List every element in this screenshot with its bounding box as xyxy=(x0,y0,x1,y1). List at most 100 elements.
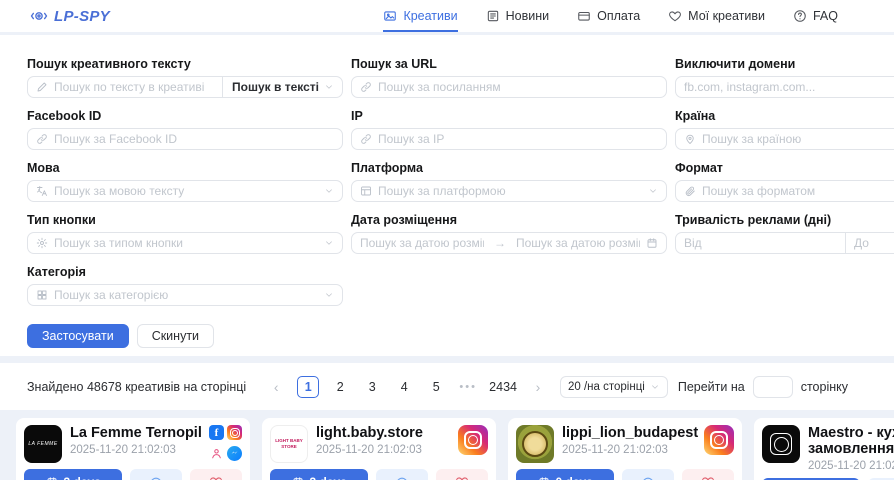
platform-select[interactable] xyxy=(351,180,667,202)
nav-item-creatives[interactable]: Креативи xyxy=(383,0,457,32)
field-label: Виключити домени xyxy=(675,57,894,71)
field-creative-text: Пошук креативного тексту Пошук в тексті xyxy=(27,57,343,98)
chevron-down-icon xyxy=(648,186,658,196)
page-size-label: 20 /на сторінці xyxy=(568,381,645,393)
pagination-page-4[interactable]: 4 xyxy=(393,376,415,398)
field-country: Країна xyxy=(675,109,894,150)
button-type-select[interactable] xyxy=(27,232,343,254)
heart-icon xyxy=(455,475,469,480)
pagination-ellipsis[interactable]: ••• xyxy=(457,376,479,398)
field-label: Дата розміщення xyxy=(351,213,667,227)
pagination-page-1[interactable]: 1 xyxy=(297,376,319,398)
pagination-page-3[interactable]: 3 xyxy=(361,376,383,398)
creative-name: light.baby.store xyxy=(316,425,423,441)
question-icon xyxy=(793,9,807,23)
duration-from-wrap xyxy=(684,233,839,253)
heart-icon xyxy=(701,475,715,480)
field-label: Країна xyxy=(675,109,894,123)
category-select[interactable] xyxy=(27,284,343,306)
ip-input[interactable] xyxy=(378,132,658,146)
days-button[interactable]: 0 days xyxy=(516,469,614,480)
nav-item-my-creatives[interactable]: Мої креативи xyxy=(668,0,765,32)
days-button[interactable]: 3 days xyxy=(270,469,368,480)
app-logo[interactable]: LP-SPY xyxy=(30,0,110,32)
view-button[interactable] xyxy=(622,469,674,480)
link-icon xyxy=(36,133,48,145)
pagination-next-button[interactable]: › xyxy=(527,376,549,398)
field-label: Платформа xyxy=(351,161,667,175)
field-category: Категорія xyxy=(27,265,343,306)
creative-card[interactable]: LA FEMME La Femme Ternopil 2025-11-20 21… xyxy=(16,418,250,480)
format-input[interactable] xyxy=(702,184,894,198)
creative-card[interactable]: LIGHT BABY STORE light.baby.store 2025-1… xyxy=(262,418,496,480)
field-label: Facebook ID xyxy=(27,109,343,123)
duration-from-input[interactable] xyxy=(684,236,839,250)
chevron-down-icon xyxy=(324,238,334,248)
country-input-group xyxy=(675,128,894,150)
date-range-picker[interactable]: → xyxy=(351,232,667,254)
eye-icon xyxy=(395,475,409,480)
view-button[interactable] xyxy=(130,469,182,480)
facebook-id-input[interactable] xyxy=(54,132,334,146)
field-ad-duration: Тривалість реклами (дні) xyxy=(675,213,894,254)
field-language: Мова xyxy=(27,161,343,202)
date-to-input[interactable] xyxy=(516,236,640,250)
field-button-type: Тип кнопки xyxy=(27,213,343,254)
paperclip-icon xyxy=(684,185,696,197)
goto-prefix-label: Перейти на xyxy=(678,380,745,394)
pin-icon xyxy=(684,133,696,145)
language-input[interactable] xyxy=(54,184,318,198)
calendar-icon xyxy=(292,476,304,480)
chevron-down-icon xyxy=(324,290,334,300)
filter-actions: Застосувати Скинути xyxy=(27,324,894,348)
creative-card[interactable]: Maestro - кухні, ме замовлення в Ужго 20… xyxy=(754,418,894,480)
facebook-id-input-group xyxy=(27,128,343,150)
platform-input[interactable] xyxy=(378,184,642,198)
creative-date: 2025-11-20 21:02:03 xyxy=(562,444,696,456)
category-input[interactable] xyxy=(54,288,318,302)
creative-card[interactable]: lippi_lion_budapest 2025-11-20 21:02:03 … xyxy=(508,418,742,480)
button-type-input[interactable] xyxy=(54,236,318,250)
page-size-select[interactable]: 20 /на сторінці xyxy=(560,376,668,398)
field-exclude-domains: Виключити домени xyxy=(675,57,894,98)
field-label: Тип кнопки xyxy=(27,213,343,227)
field-label: Пошук за URL xyxy=(351,57,667,71)
creative-text-input[interactable] xyxy=(54,80,214,94)
chevron-down-icon xyxy=(324,82,334,92)
duration-range-group xyxy=(675,232,894,254)
text-search-mode-select[interactable]: Пошук в тексті xyxy=(222,77,334,97)
pagination-page-last[interactable]: 2434 xyxy=(489,376,517,398)
addon-label: Пошук в тексті xyxy=(232,80,319,94)
view-button[interactable] xyxy=(376,469,428,480)
pagination-page-2[interactable]: 2 xyxy=(329,376,351,398)
chevron-down-icon xyxy=(650,382,660,392)
nav-item-payment[interactable]: Оплата xyxy=(577,0,640,32)
platform-icons: f xyxy=(209,425,242,463)
exclude-domains-input[interactable] xyxy=(684,80,894,94)
pagination-prev-button[interactable]: ‹ xyxy=(265,376,287,398)
translate-icon xyxy=(36,185,48,197)
gear-icon xyxy=(36,237,48,249)
format-select[interactable] xyxy=(675,180,894,202)
favorite-button[interactable] xyxy=(190,469,242,480)
instagram-icon xyxy=(458,425,488,455)
reset-button[interactable]: Скинути xyxy=(137,324,214,348)
nav-label: Мої креативи xyxy=(688,9,765,23)
favorite-button[interactable] xyxy=(436,469,488,480)
nav-item-faq[interactable]: FAQ xyxy=(793,0,838,32)
goto-page-input[interactable] xyxy=(753,376,793,398)
url-input[interactable] xyxy=(378,80,658,94)
apply-button[interactable]: Застосувати xyxy=(27,324,129,348)
url-input-group xyxy=(351,76,667,98)
date-from-input[interactable] xyxy=(360,236,484,250)
days-label: 3 days xyxy=(64,475,101,480)
duration-to-input[interactable] xyxy=(854,236,894,250)
days-button[interactable]: 3 days xyxy=(24,469,122,480)
country-input[interactable] xyxy=(702,132,894,146)
eye-icon xyxy=(30,7,48,25)
favorite-button[interactable] xyxy=(682,469,734,480)
pagination-page-5[interactable]: 5 xyxy=(425,376,447,398)
language-select[interactable] xyxy=(27,180,343,202)
field-placement-date: Дата розміщення → xyxy=(351,213,667,254)
nav-item-news[interactable]: Новини xyxy=(486,0,550,32)
